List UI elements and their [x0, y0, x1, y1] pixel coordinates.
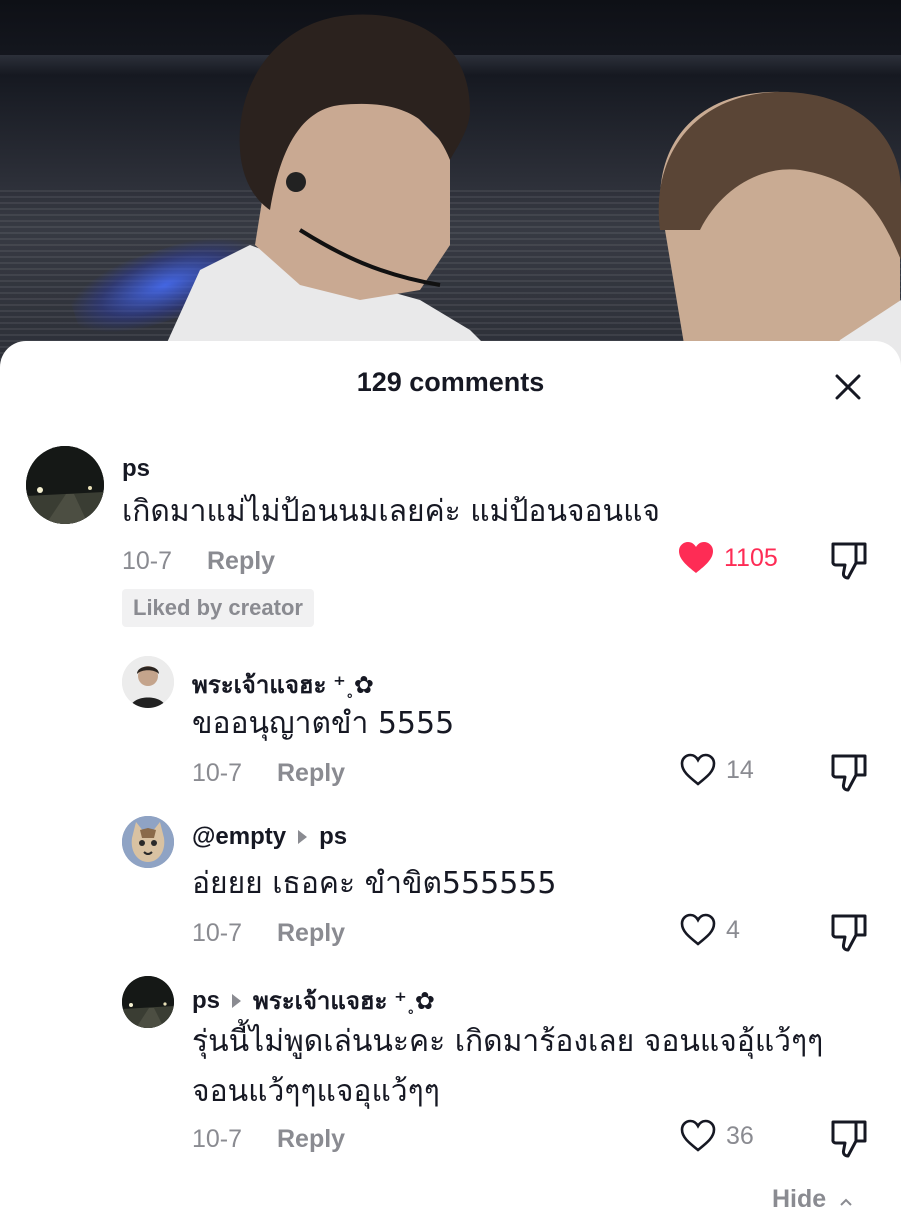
reply-item: @empty ps อ่ยยย เธอคะ ขำขิต555555 10-7 R…	[0, 811, 901, 971]
dislike-button[interactable]	[830, 913, 870, 953]
reply-button[interactable]: Reply	[277, 919, 345, 948]
comments-count-title: 129 comments	[356, 367, 545, 397]
close-icon	[835, 374, 861, 400]
comment-username-text[interactable]: @empty	[192, 823, 286, 851]
comment-item: ps เกิดมาแม่ไม่ป้อนนมเลยค่ะ แม่ป้อนจอนแจ…	[0, 441, 901, 631]
avatar[interactable]	[122, 816, 174, 868]
cat-avatar-icon	[122, 816, 174, 868]
comment-date: 10-7	[192, 919, 243, 947]
comment-date: 10-7	[122, 547, 173, 575]
reply-arrow-icon	[298, 830, 308, 844]
comment-username[interactable]: @empty ps	[192, 823, 347, 851]
reply-arrow-icon	[232, 993, 242, 1008]
like-count: 14	[726, 755, 754, 784]
comment-username[interactable]: ps	[122, 455, 150, 483]
avatar[interactable]	[122, 976, 174, 1028]
like-button[interactable]: 1105	[678, 541, 778, 575]
dislike-button[interactable]	[830, 1119, 870, 1159]
dislike-button[interactable]	[830, 541, 870, 581]
reply-button[interactable]: Reply	[207, 547, 275, 576]
reply-to-username[interactable]: พระเจ้าแจฮะ ⁺˳✿	[253, 981, 435, 1020]
night-road-avatar-icon	[122, 976, 174, 1028]
thumbs-down-icon	[831, 914, 867, 952]
comment-text-line-1: รุ่นนี้ไม่พูดเล่นนะคะ เกิดมาร้องเลย จอนแ…	[192, 1024, 824, 1059]
comment-username[interactable]: พระเจ้าแจฮะ ⁺˳✿	[192, 665, 374, 704]
comment-text: เกิดมาแม่ไม่ป้อนนมเลยค่ะ แม่ป้อนจอนแจ	[122, 494, 660, 529]
sheet-header: 129 comments	[0, 341, 901, 425]
dislike-button[interactable]	[830, 753, 870, 793]
reply-item: ps พระเจ้าแจฮะ ⁺˳✿ รุ่นนี้ไม่พูดเล่นนะคะ…	[0, 971, 901, 1201]
like-count: 36	[726, 1121, 754, 1150]
comment-text: อ่ยยย เธอคะ ขำขิต555555	[192, 866, 557, 901]
reply-to-username[interactable]: ps	[319, 823, 347, 851]
chevron-up-icon	[840, 1198, 852, 1206]
like-count: 4	[726, 915, 740, 944]
avatar[interactable]	[26, 446, 104, 524]
comments-sheet: 129 comments ps เกิดมาแม่ไม่ป้อนนมเลยค่ะ…	[0, 341, 901, 1221]
avatar[interactable]	[122, 656, 174, 708]
thumbs-down-icon	[831, 1120, 867, 1158]
hide-replies-label: Hide	[772, 1185, 827, 1213]
comment-username-text[interactable]: ps	[192, 987, 220, 1015]
like-count: 1105	[724, 543, 778, 572]
heart-outline-icon	[680, 1119, 716, 1152]
thumbs-down-icon	[831, 542, 867, 580]
like-button[interactable]: 14	[680, 753, 754, 787]
heart-filled-icon	[679, 542, 713, 573]
like-button[interactable]: 36	[680, 1119, 754, 1153]
comment-date: 10-7	[192, 1125, 243, 1153]
close-button[interactable]	[826, 365, 870, 409]
comment-date: 10-7	[192, 759, 243, 787]
reply-item: พระเจ้าแจฮะ ⁺˳✿ ขออนุญาตขำ 5555 10-7 Rep…	[0, 651, 901, 811]
comment-text-line-2: จอนแว้ๆๆแจอุแว้ๆๆ	[192, 1074, 440, 1109]
like-button[interactable]: 4	[680, 913, 740, 947]
thumbs-down-icon	[831, 754, 867, 792]
reply-button[interactable]: Reply	[277, 1125, 345, 1154]
liked-by-creator-badge: Liked by creator	[122, 589, 314, 627]
reply-button[interactable]: Reply	[277, 759, 345, 788]
person-avatar-icon	[122, 656, 174, 708]
video-background[interactable]	[0, 0, 901, 380]
comment-username[interactable]: ps พระเจ้าแจฮะ ⁺˳✿	[192, 981, 435, 1020]
video-frame-performers	[150, 14, 901, 380]
heart-outline-icon	[680, 753, 716, 786]
heart-outline-icon	[680, 913, 716, 946]
night-road-avatar-icon	[26, 446, 104, 524]
comment-text: ขออนุญาตขำ 5555	[192, 706, 455, 741]
